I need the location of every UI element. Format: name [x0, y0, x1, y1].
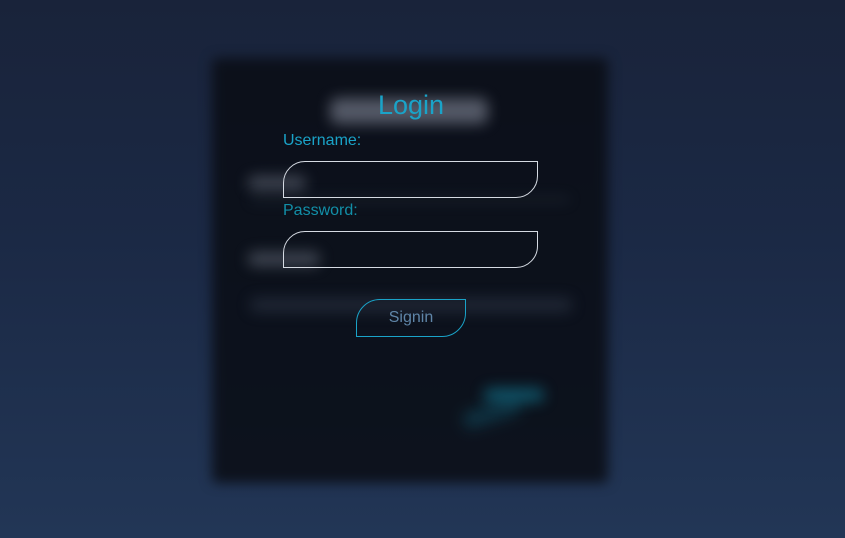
signin-button[interactable]: Signin: [356, 299, 466, 337]
username-label: Username:: [283, 132, 362, 149]
username-input[interactable]: [283, 161, 538, 198]
login-title: Login: [377, 90, 445, 120]
password-input[interactable]: [283, 231, 538, 268]
password-label: Password:: [283, 202, 358, 219]
blurred-divider-shape: [250, 198, 570, 201]
